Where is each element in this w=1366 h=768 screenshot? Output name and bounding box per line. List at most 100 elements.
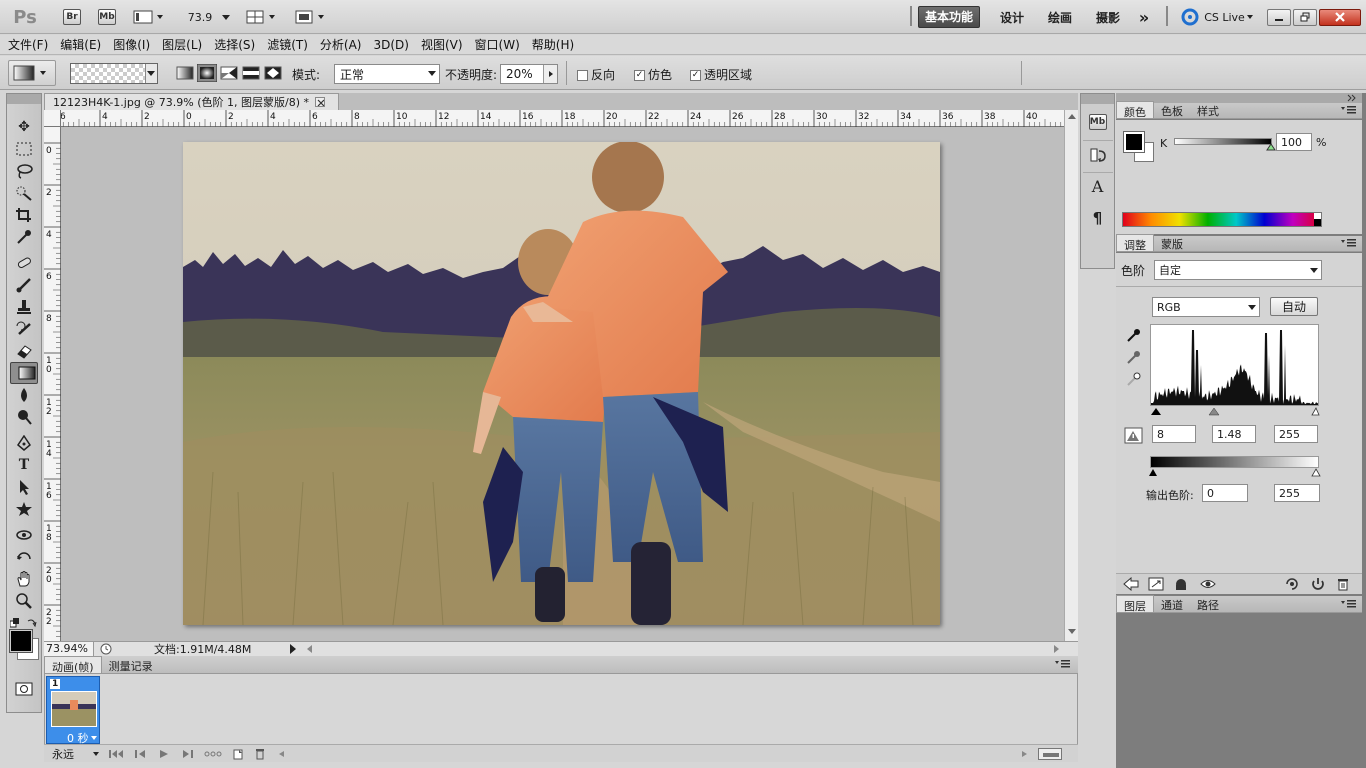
foreground-color-swatch[interactable] bbox=[9, 629, 33, 653]
output-black-field[interactable]: 0 bbox=[1202, 484, 1248, 502]
gray-point-eyedropper-icon[interactable] bbox=[1126, 349, 1142, 365]
scroll-left-icon[interactable] bbox=[304, 643, 314, 655]
scroll-up-icon[interactable] bbox=[1067, 112, 1077, 120]
document-tab[interactable]: 12123H4K-1.jpg @ 73.9% (色阶 1, 图层蒙版/8) * bbox=[44, 93, 339, 110]
expanded-view-icon[interactable] bbox=[1148, 577, 1166, 591]
previous-frame-icon[interactable] bbox=[134, 749, 148, 759]
tab-paths[interactable]: 路径 bbox=[1190, 595, 1226, 612]
more-workspaces-button[interactable]: » bbox=[1134, 6, 1154, 28]
auto-button[interactable]: 自动 bbox=[1270, 297, 1318, 316]
scroll-right-icon[interactable] bbox=[1052, 643, 1062, 655]
menu-layer[interactable]: 图层(L) bbox=[162, 36, 202, 53]
black-point-eyedropper-icon[interactable] bbox=[1126, 327, 1142, 343]
workspace-photography[interactable]: 摄影 bbox=[1094, 6, 1122, 28]
workspace-essentials[interactable]: 基本功能 bbox=[918, 6, 981, 28]
lasso-tool-icon[interactable] bbox=[10, 160, 38, 182]
gradient-tool-icon[interactable] bbox=[10, 362, 38, 384]
eraser-tool-icon[interactable] bbox=[10, 340, 38, 362]
delete-adjustment-icon[interactable] bbox=[1336, 577, 1350, 591]
hand-tool-icon[interactable] bbox=[10, 568, 38, 590]
input-levels-sliders[interactable] bbox=[1150, 407, 1320, 417]
transparency-checkbox[interactable]: ✓ 透明区域 bbox=[690, 66, 752, 83]
menu-select[interactable]: 选择(S) bbox=[214, 36, 255, 53]
reflected-gradient-icon[interactable] bbox=[241, 64, 261, 82]
close-button[interactable] bbox=[1319, 8, 1361, 26]
levels-preset-select[interactable]: 自定 bbox=[1154, 260, 1322, 280]
next-frame-icon[interactable] bbox=[180, 749, 194, 759]
default-colors-icon[interactable] bbox=[10, 618, 20, 628]
status-menu-arrow-icon[interactable] bbox=[288, 643, 298, 655]
play-icon[interactable] bbox=[158, 749, 170, 759]
document-image[interactable] bbox=[183, 142, 940, 625]
arrange-documents-button[interactable] bbox=[245, 6, 279, 28]
tab-styles[interactable]: 样式 bbox=[1190, 101, 1226, 118]
type-tool-icon[interactable]: T bbox=[10, 454, 38, 476]
menu-image[interactable]: 图像(I) bbox=[113, 36, 150, 53]
bridge-button[interactable]: Br bbox=[62, 6, 82, 28]
tools-panel-grip[interactable] bbox=[7, 94, 41, 104]
color-spectrum-ramp[interactable] bbox=[1122, 212, 1322, 227]
panel-foreground-swatch[interactable] bbox=[1123, 131, 1145, 153]
tab-swatches[interactable]: 色板 bbox=[1154, 101, 1190, 118]
shape-tool-icon[interactable] bbox=[10, 498, 38, 520]
dodge-tool-icon[interactable] bbox=[10, 406, 38, 428]
input-gamma-field[interactable]: 1.48 bbox=[1212, 425, 1256, 443]
swap-colors-icon[interactable] bbox=[27, 618, 37, 628]
menu-view[interactable]: 视图(V) bbox=[421, 36, 463, 53]
scroll-left-icon[interactable] bbox=[276, 749, 286, 759]
brush-tool-icon[interactable] bbox=[10, 274, 38, 296]
path-selection-tool-icon[interactable] bbox=[10, 476, 38, 498]
input-white-field[interactable]: 255 bbox=[1274, 425, 1318, 443]
panel-menu-icon[interactable] bbox=[1340, 104, 1358, 116]
tool-preset-picker[interactable] bbox=[8, 60, 56, 86]
ruler-origin[interactable] bbox=[44, 110, 61, 127]
k-slider-handle-icon[interactable] bbox=[1266, 143, 1276, 151]
pen-tool-icon[interactable] bbox=[10, 432, 38, 454]
move-tool-icon[interactable]: ✥ bbox=[10, 116, 38, 138]
screen-mode-button[interactable] bbox=[294, 6, 328, 28]
diamond-gradient-icon[interactable] bbox=[263, 64, 283, 82]
history-panel-button[interactable] bbox=[1082, 140, 1113, 168]
output-white-field[interactable]: 255 bbox=[1274, 484, 1320, 502]
opacity-input[interactable]: 20% bbox=[500, 64, 558, 84]
history-brush-tool-icon[interactable] bbox=[10, 318, 38, 340]
blend-mode-select[interactable]: 正常 bbox=[334, 64, 440, 84]
paragraph-panel-button[interactable]: ¶ bbox=[1083, 204, 1113, 232]
vertical-scrollbar[interactable] bbox=[1064, 110, 1078, 641]
healing-brush-tool-icon[interactable] bbox=[10, 252, 38, 274]
duplicate-frame-icon[interactable] bbox=[232, 748, 244, 760]
minimize-button[interactable] bbox=[1267, 8, 1291, 26]
return-to-list-icon[interactable] bbox=[1122, 577, 1140, 591]
3d-rotate-tool-icon[interactable] bbox=[10, 524, 38, 546]
angle-gradient-icon[interactable] bbox=[219, 64, 239, 82]
menu-filter[interactable]: 滤镜(T) bbox=[267, 36, 308, 53]
spectrum-black-swatch[interactable] bbox=[1314, 219, 1321, 226]
k-slider-track[interactable] bbox=[1174, 138, 1272, 145]
restore-button[interactable] bbox=[1293, 8, 1317, 26]
menu-window[interactable]: 窗口(W) bbox=[475, 36, 520, 53]
animation-frame[interactable]: 1 0 秒 bbox=[46, 676, 100, 745]
tab-masks[interactable]: 蒙版 bbox=[1154, 234, 1190, 251]
convert-to-timeline-icon[interactable] bbox=[1038, 747, 1062, 760]
menu-file[interactable]: 文件(F) bbox=[8, 36, 48, 53]
panel-menu-icon[interactable] bbox=[1054, 658, 1072, 670]
delete-frame-icon[interactable] bbox=[254, 748, 266, 760]
reset-icon[interactable] bbox=[1310, 577, 1326, 591]
loop-select[interactable]: 永远 bbox=[44, 746, 100, 762]
opacity-slider-button[interactable] bbox=[543, 65, 557, 83]
quick-mask-icon[interactable] bbox=[10, 678, 38, 700]
linear-gradient-icon[interactable] bbox=[175, 64, 195, 82]
k-value-input[interactable]: 100 bbox=[1276, 133, 1312, 151]
mini-bridge-button[interactable]: Mb bbox=[97, 6, 117, 28]
menu-help[interactable]: 帮助(H) bbox=[532, 36, 574, 53]
scroll-down-icon[interactable] bbox=[1067, 628, 1077, 636]
menu-analysis[interactable]: 分析(A) bbox=[320, 36, 362, 53]
clip-to-layer-icon[interactable] bbox=[1174, 577, 1188, 591]
quick-selection-tool-icon[interactable] bbox=[10, 182, 38, 204]
visibility-eye-icon[interactable] bbox=[1200, 577, 1216, 591]
status-zoom[interactable]: 73.94% bbox=[44, 642, 94, 656]
tab-animation[interactable]: 动画(帧) bbox=[44, 656, 102, 674]
marquee-tool-icon[interactable] bbox=[10, 138, 38, 160]
tab-measurement-log[interactable]: 测量记录 bbox=[102, 656, 160, 673]
tab-layers[interactable]: 图层 bbox=[1116, 595, 1154, 613]
